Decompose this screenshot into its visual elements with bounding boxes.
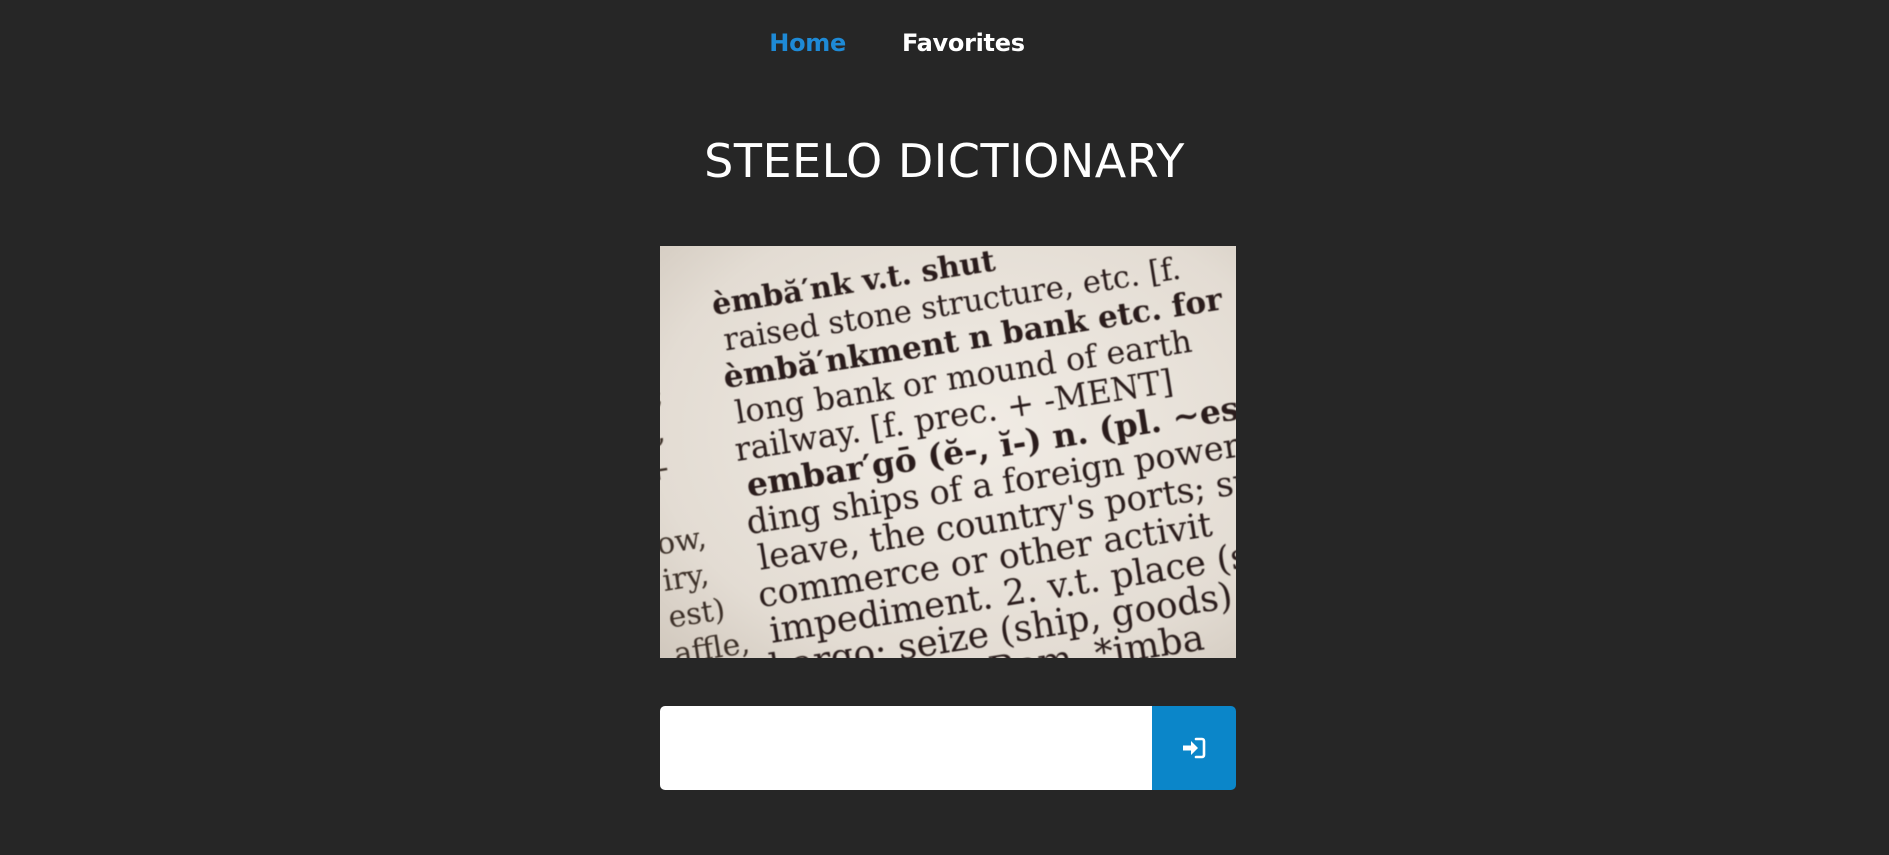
search-input[interactable] [660, 706, 1152, 790]
dictionary-page-photo: èmbă′nk v.t. shutraised stone structure,… [660, 246, 1236, 658]
nav-favorites-link[interactable]: Favorites [902, 29, 1025, 57]
page-title: STEELO DICTIONARY [704, 134, 1185, 188]
hero-margin-line: iry, [660, 557, 711, 599]
search-form [660, 706, 1236, 790]
dictionary-hero-image: èmbă′nk v.t. shut raised stone structure,… [660, 246, 1236, 658]
search-submit-button[interactable] [1152, 706, 1236, 790]
nav-home-link[interactable]: Home [769, 29, 846, 57]
top-nav: Home Favorites [0, 0, 1889, 86]
sign-in-icon [1183, 737, 1206, 759]
